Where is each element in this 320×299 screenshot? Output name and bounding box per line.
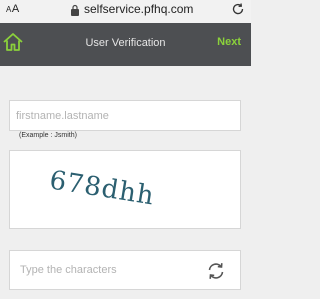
refresh-icon[interactable]	[205, 260, 227, 282]
browser-address-bar: AA selfservice.pfhq.com	[0, 0, 251, 23]
username-example-hint: (Example : Jsmith)	[19, 132, 77, 139]
username-field[interactable]	[9, 100, 241, 131]
text-size-button[interactable]: AA	[6, 3, 20, 15]
next-button[interactable]: Next	[217, 36, 241, 48]
username-input[interactable]	[16, 101, 196, 130]
captcha-input[interactable]	[20, 251, 190, 289]
captcha-text: 678dhh	[47, 165, 156, 211]
captcha-input-field[interactable]	[9, 250, 241, 290]
lock-icon	[71, 4, 79, 16]
page-title: User Verification	[85, 37, 166, 49]
page-header: User Verification Next	[0, 23, 251, 66]
reload-icon[interactable]	[231, 2, 245, 16]
url-text[interactable]: selfservice.pfhq.com	[84, 2, 193, 16]
captcha-image: 678dhh	[9, 150, 241, 229]
